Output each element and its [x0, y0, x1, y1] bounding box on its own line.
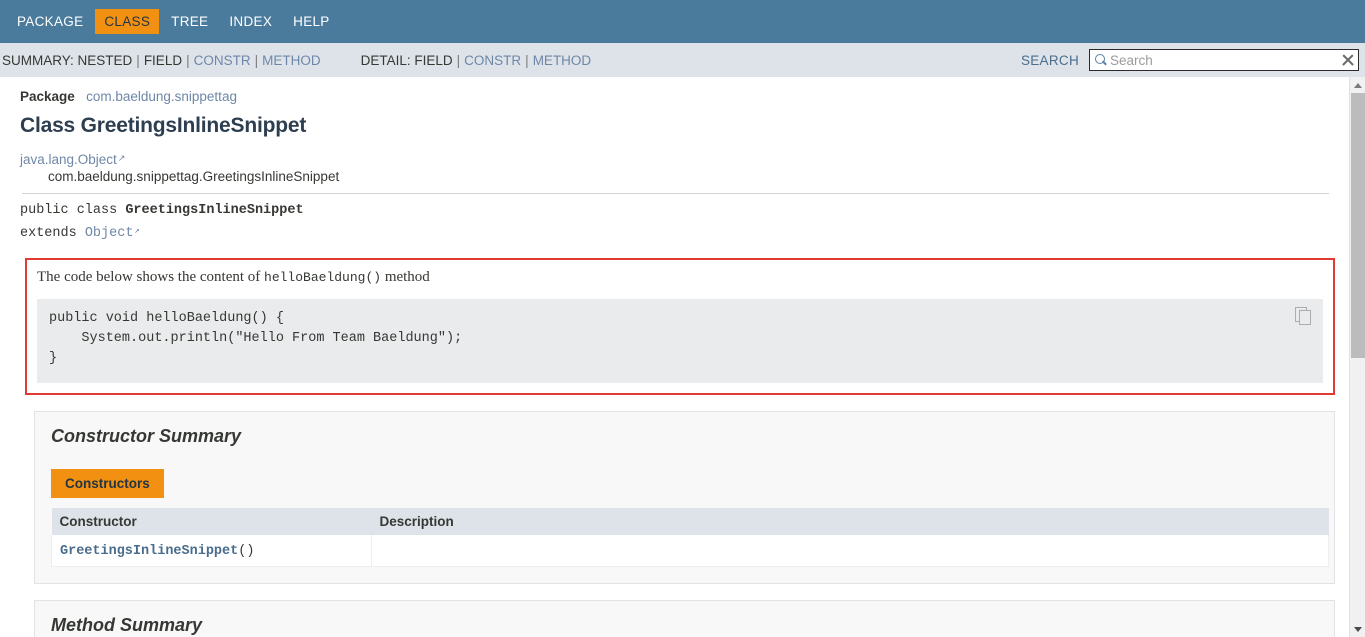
external-link-icon: ↗ — [134, 226, 140, 236]
signature-class-name: GreetingsInlineSnippet — [125, 203, 304, 218]
top-navigation-bar: PACKAGE CLASS TREE INDEX HELP — [0, 0, 1365, 43]
signature-line-2: extends Object↗ — [20, 221, 1349, 244]
method-summary-title: Method Summary — [51, 615, 203, 635]
snippet-highlight-box: The code below shows the content of hell… — [25, 258, 1335, 395]
nav-item-index[interactable]: INDEX — [220, 9, 281, 34]
snippet-description-code: helloBaeldung() — [264, 270, 382, 285]
caret-up-icon[interactable] — [1350, 77, 1365, 93]
cell-constructor: GreetingsInlineSnippet() — [51, 535, 372, 567]
summary-nested: NESTED — [77, 52, 133, 68]
nav-item-package[interactable]: PACKAGE — [8, 9, 92, 34]
table-row: GreetingsInlineSnippet() — [51, 535, 1329, 567]
separator: | — [525, 52, 529, 68]
search-area: SEARCH — [1021, 49, 1359, 71]
constructor-table-head: Constructor Description — [51, 508, 1329, 535]
constructor-args: () — [238, 544, 255, 559]
nav-item-class[interactable]: CLASS — [95, 9, 160, 34]
column-header-constructor: Constructor — [51, 508, 372, 535]
signature-line-1: public class GreetingsInlineSnippet — [20, 201, 1349, 221]
column-header-description: Description — [371, 508, 1329, 535]
vertical-scrollbar[interactable] — [1349, 77, 1365, 637]
nav-item-tree[interactable]: TREE — [162, 9, 217, 34]
signature-extends: extends — [20, 226, 85, 241]
inheritance-root: java.lang.Object↗ — [20, 150, 1349, 168]
package-link[interactable]: com.baeldung.snippettag — [86, 89, 237, 104]
snippet-code-text: public void helloBaeldung() { System.out… — [49, 311, 463, 366]
summary-constr-link[interactable]: CONSTR — [194, 53, 251, 68]
method-summary-section: Method Summary All Methods Instance Meth… — [34, 600, 1335, 637]
constructor-summary-tabs: Constructors — [51, 469, 1316, 498]
separator: | — [136, 52, 140, 68]
cell-description — [371, 535, 1329, 567]
search-label: SEARCH — [1020, 52, 1079, 68]
summary-label: SUMMARY: — [2, 52, 74, 68]
scrollbar-thumb[interactable] — [1351, 93, 1365, 358]
copy-icon[interactable] — [1295, 307, 1311, 325]
detail-label: DETAIL: — [360, 52, 411, 68]
summary-method-link[interactable]: METHOD — [262, 53, 321, 68]
constructor-table: Constructor Description GreetingsInlineS… — [51, 508, 1329, 567]
content-viewport: Package com.baeldung.snippettag Class Gr… — [0, 77, 1365, 637]
search-box[interactable] — [1089, 49, 1359, 71]
constructor-summary-title: Constructor Summary — [51, 426, 242, 446]
summary-links-group: SUMMARY: NESTED | FIELD | CONSTR | METHO… — [0, 53, 321, 68]
summary-field: FIELD — [143, 52, 183, 68]
table-header-row: Constructor Description — [51, 508, 1329, 535]
separator: | — [254, 52, 259, 68]
snippet-description-before: The code below shows the content of — [37, 269, 265, 285]
snippet-description: The code below shows the content of hell… — [37, 268, 1323, 287]
inheritance-tree: java.lang.Object↗ com.baeldung.snippetta… — [20, 150, 1349, 185]
tab-constructors[interactable]: Constructors — [51, 469, 164, 498]
detail-method-link[interactable]: METHOD — [533, 53, 592, 68]
detail-field: FIELD — [414, 52, 453, 68]
sub-navigation-bar: SUMMARY: NESTED | FIELD | CONSTR | METHO… — [0, 43, 1365, 77]
search-input[interactable] — [1108, 52, 1340, 68]
snippet-code-block: public void helloBaeldung() { System.out… — [37, 299, 1323, 383]
constructor-summary-section: Constructor Summary Constructors Constru… — [34, 411, 1335, 584]
nav-item-help[interactable]: HELP — [284, 9, 338, 34]
page-title: Class GreetingsInlineSnippet — [20, 114, 307, 137]
signature-superclass-link[interactable]: Object — [85, 226, 134, 241]
inheritance-current: com.baeldung.snippettag.GreetingsInlineS… — [48, 169, 340, 184]
separator: | — [186, 52, 190, 68]
signature-modifiers: public class — [20, 203, 126, 218]
separator: | — [456, 52, 461, 68]
main-content: Package com.baeldung.snippettag Class Gr… — [0, 89, 1349, 637]
divider — [22, 193, 1329, 194]
package-label: Package — [20, 89, 75, 104]
detail-links-group: DETAIL: FIELD | CONSTR | METHOD — [361, 53, 592, 68]
constructor-table-body: GreetingsInlineSnippet() — [51, 535, 1329, 567]
java-lang-object-link[interactable]: java.lang.Object — [20, 152, 117, 167]
search-icon — [1093, 53, 1108, 68]
close-icon[interactable] — [1340, 52, 1356, 68]
detail-constr-link[interactable]: CONSTR — [464, 53, 521, 68]
class-signature: public class GreetingsInlineSnippet exte… — [20, 201, 1349, 244]
package-line: Package com.baeldung.snippettag — [20, 89, 1349, 104]
constructor-link[interactable]: GreetingsInlineSnippet — [60, 544, 238, 559]
caret-down-icon[interactable] — [1350, 621, 1365, 637]
snippet-description-after: method — [381, 269, 430, 285]
external-link-icon: ↗ — [117, 153, 126, 163]
